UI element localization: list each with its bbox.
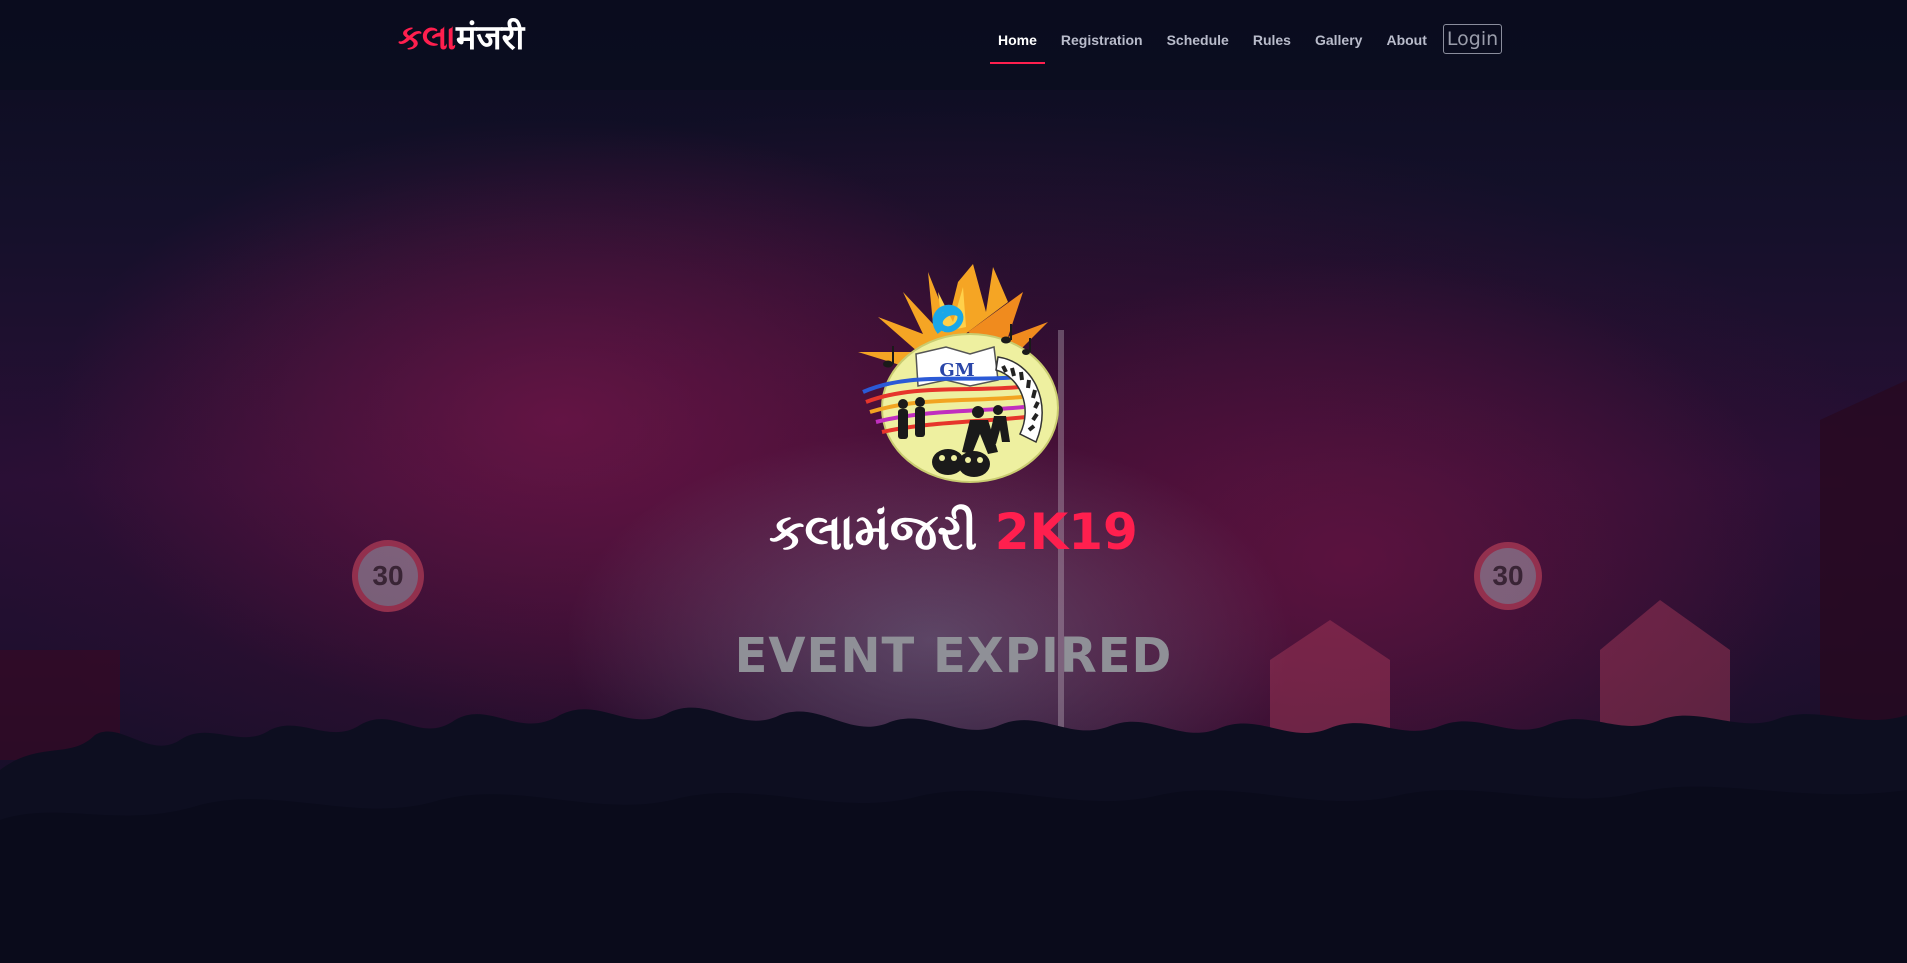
nav-item-about[interactable]: About (1386, 26, 1426, 58)
login-button[interactable]: Login (1442, 24, 1503, 54)
brand-text-white: मंजरी (456, 18, 525, 58)
event-title-year: 2K19 (994, 503, 1138, 561)
top-navbar: કલાमंजरी Home Registration Schedule Rule… (0, 0, 1907, 90)
event-title: કલામંજરી 2K19 (0, 503, 1907, 562)
brand-logo[interactable]: કલાमंजरी (398, 18, 525, 58)
event-title-main: કલામંજરી (769, 503, 995, 561)
event-status: EVENT EXPIRED (734, 628, 1173, 684)
speed-limit-sign-left-text: 30 (372, 560, 404, 591)
nav-item-registration[interactable]: Registration (1061, 26, 1143, 58)
speed-limit-sign-right-text: 30 (1492, 560, 1524, 591)
nav-item-gallery[interactable]: Gallery (1315, 26, 1362, 58)
brand-text-red: કલા (398, 18, 457, 58)
nav-item-home[interactable]: Home (990, 26, 1045, 64)
nav-item-rules[interactable]: Rules (1253, 26, 1291, 58)
nav-menu: Home Registration Schedule Rules Gallery… (990, 24, 1503, 64)
landing-page: 30 30 કલાमंजरी Home Registration Schedul… (0, 0, 1907, 963)
event-emblem-logo: GM (858, 264, 1059, 483)
nav-item-schedule[interactable]: Schedule (1167, 26, 1229, 58)
